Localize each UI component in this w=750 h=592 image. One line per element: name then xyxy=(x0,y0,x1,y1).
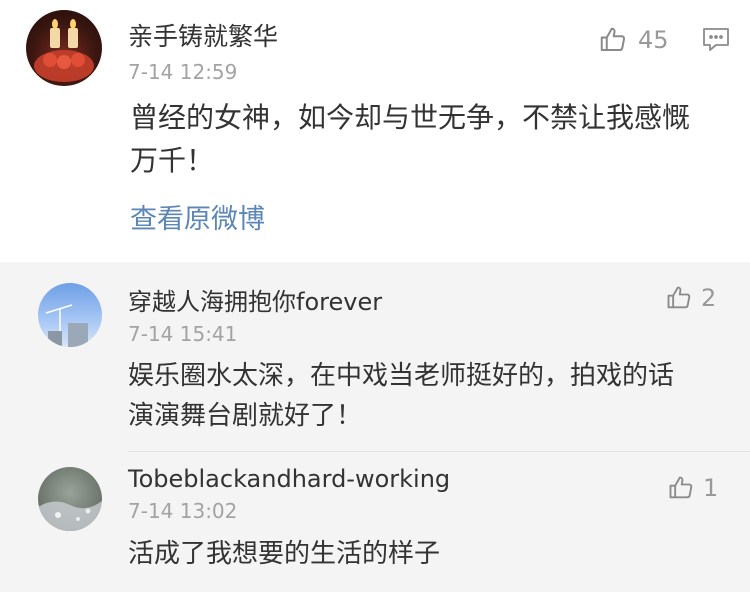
comment-icon xyxy=(703,28,729,51)
thumbs-up-icon xyxy=(600,27,626,51)
avatar-image xyxy=(34,19,94,82)
thumbs-up-icon xyxy=(667,286,691,309)
view-original-link[interactable]: 查看原微博 xyxy=(130,206,265,233)
comment-timestamp: 7-14 12:59 xyxy=(128,60,238,84)
avatar[interactable] xyxy=(38,467,102,531)
like-button[interactable]: 2 xyxy=(665,284,716,312)
avatar[interactable] xyxy=(26,10,102,86)
reply-username[interactable]: Tobeblackandhard-working xyxy=(128,467,450,491)
comment-text: 曾经的女神，如今却与世无争，不禁让我感慨万千！ xyxy=(130,101,691,178)
avatar-image xyxy=(38,501,102,531)
like-count: 45 xyxy=(638,26,669,54)
avatar-image xyxy=(45,304,88,347)
reply-timestamp: 7-14 13:02 xyxy=(128,499,238,523)
avatar[interactable] xyxy=(38,283,102,347)
like-count: 1 xyxy=(703,474,719,502)
reply-text: 娱乐圈水太深，在中戏当老师挺好的，拍戏的话演演舞台剧就好了！ xyxy=(128,361,675,432)
thumbs-up-icon xyxy=(669,476,693,499)
reply-text: 活成了我想要的生活的样子 xyxy=(128,539,441,569)
like-button[interactable]: 45 xyxy=(598,25,669,55)
like-count: 2 xyxy=(701,284,717,312)
comment-username[interactable]: 亲手铸就繁华 xyxy=(128,24,278,49)
reply-username[interactable]: 穿越人海拥抱你forever xyxy=(128,290,382,314)
like-button[interactable]: 1 xyxy=(667,474,718,502)
divider xyxy=(128,451,750,452)
reply-button[interactable] xyxy=(702,27,730,53)
reply-timestamp: 7-14 15:41 xyxy=(128,322,238,346)
